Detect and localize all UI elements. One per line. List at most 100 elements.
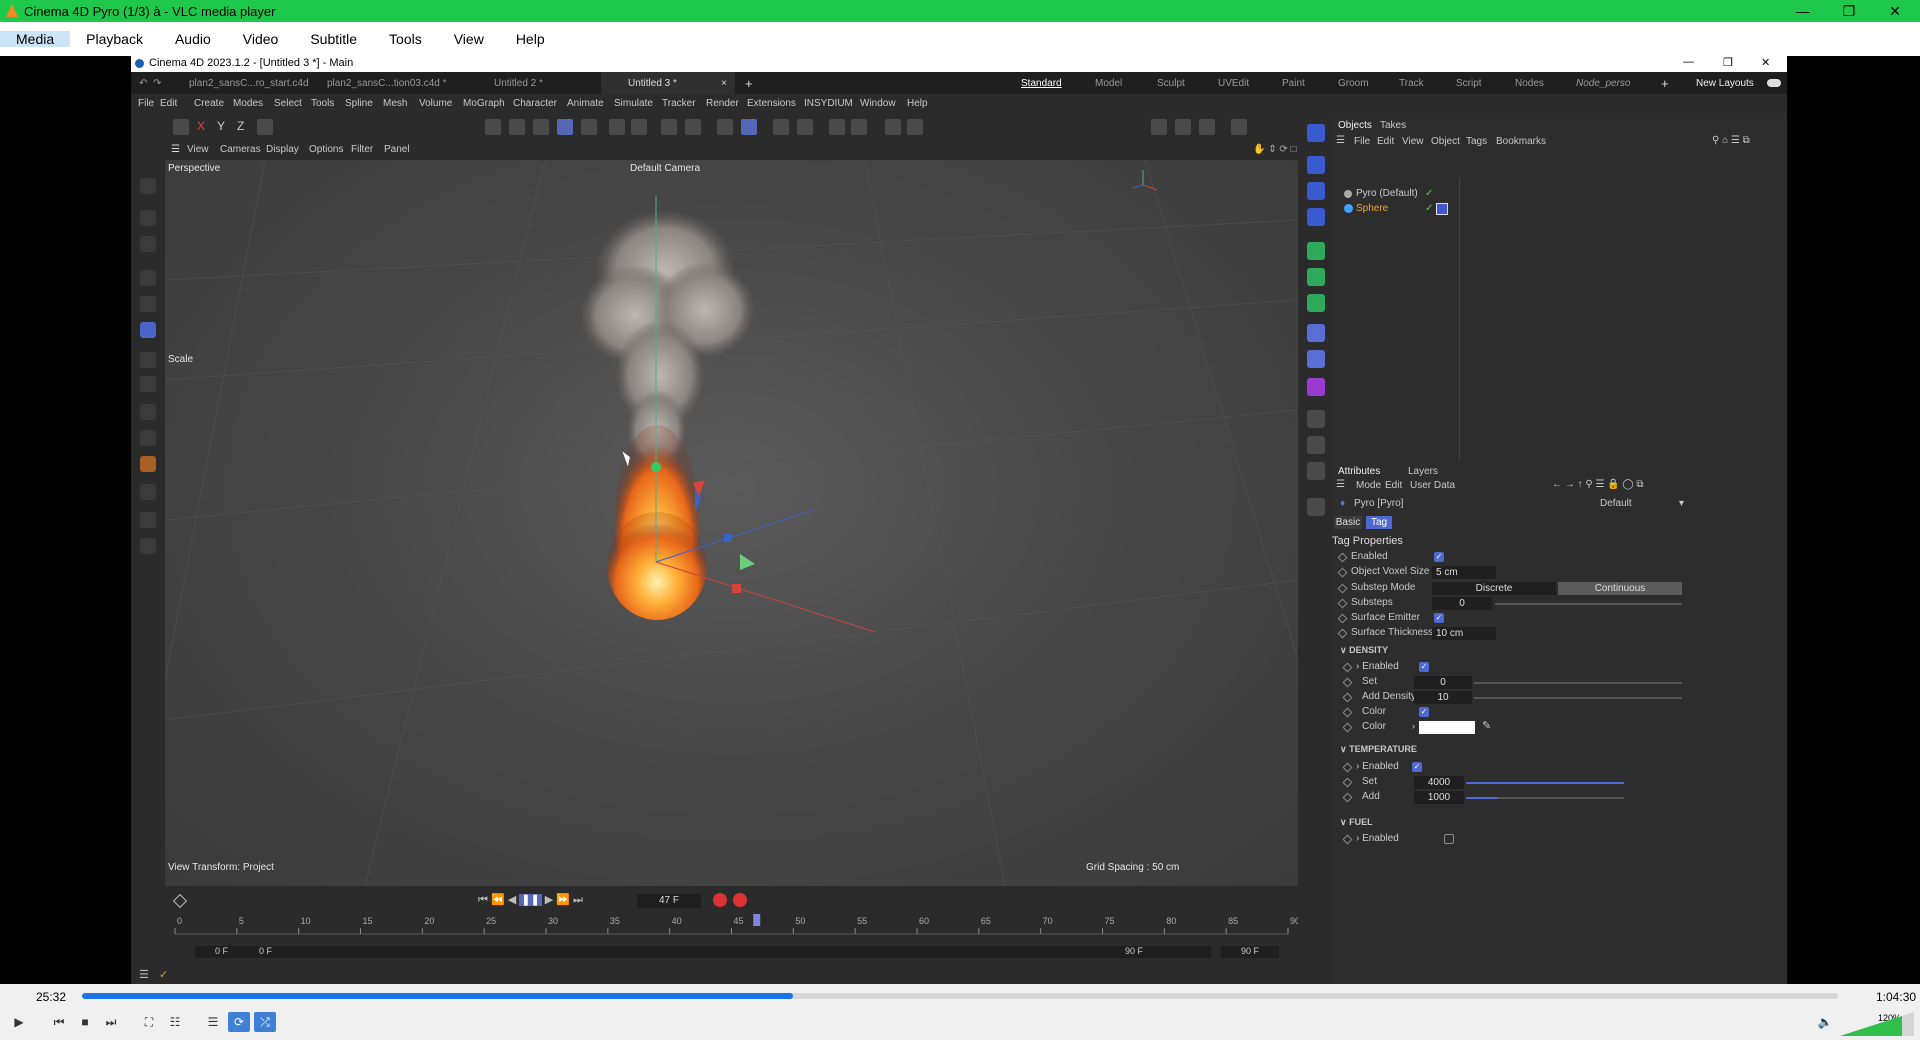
chevron-down-icon[interactable]: ▾ <box>1679 498 1684 509</box>
attr-menu-edit[interactable]: Edit <box>1385 480 1402 491</box>
c4d-close-icon[interactable]: ✕ <box>1761 56 1770 69</box>
environment-icon[interactable] <box>1307 410 1325 428</box>
status-menu-icon[interactable]: ☰ <box>139 968 149 981</box>
search-icon[interactable] <box>140 178 156 194</box>
symmetry-icon[interactable] <box>829 119 845 135</box>
coord-system-icon[interactable] <box>257 119 273 135</box>
redo-icon[interactable]: ↷ <box>153 72 161 94</box>
doc-tab-2[interactable]: plan2_sansC...tion03.c4d * <box>327 72 447 94</box>
next-icon[interactable]: ⏭ <box>100 1012 122 1032</box>
c4d-menu-edit[interactable]: Edit <box>160 98 177 109</box>
snap-tool-icon[interactable] <box>140 376 156 392</box>
object-name-sphere[interactable]: Sphere <box>1356 203 1388 214</box>
pyro-visible-check[interactable]: ✓ <box>1425 188 1433 199</box>
menu-subtitle[interactable]: Subtitle <box>294 31 373 47</box>
c4d-menu-select[interactable]: Select <box>274 98 302 109</box>
arrow-tool-icon[interactable] <box>140 352 156 368</box>
timeline-ruler[interactable]: 0 5 10 15 20 25 30 35 40 45 50 55 60 65 70 75 80 85 90 <box>165 906 1298 946</box>
density-color-swatch[interactable] <box>1419 721 1475 734</box>
eyedropper-icon[interactable]: ✎ <box>1482 719 1491 732</box>
c4d-menu-modes[interactable]: Modes <box>233 98 263 109</box>
volume-icon[interactable] <box>1307 350 1325 368</box>
preview-range[interactable]: 0 F <box>251 946 1211 958</box>
c4d-restore-icon[interactable]: ❐ <box>1723 56 1733 69</box>
loop-icon[interactable]: ⟳ <box>228 1012 250 1032</box>
spline-icon[interactable] <box>1307 182 1325 200</box>
density-section-toggle[interactable]: ∨ DENSITY <box>1340 645 1388 656</box>
obj-menu-edit[interactable]: Edit <box>1377 136 1394 147</box>
c4d-menu-render[interactable]: Render <box>706 98 739 109</box>
object-row-sphere[interactable]: Sphere ✓ <box>1332 201 1787 216</box>
minimize-icon[interactable]: — <box>1780 0 1826 22</box>
spline-pen-icon[interactable] <box>140 404 156 420</box>
c4d-menu-character[interactable]: Character <box>513 98 557 109</box>
density-color-checkbox[interactable]: ✓ <box>1419 707 1429 717</box>
smooth-icon[interactable] <box>140 538 156 554</box>
cube-icon[interactable] <box>1307 156 1325 174</box>
text-icon[interactable] <box>1307 208 1325 226</box>
c4d-menu-create[interactable]: Create <box>194 98 224 109</box>
material-icon[interactable] <box>1307 498 1325 516</box>
c4d-menu-help[interactable]: Help <box>907 98 928 109</box>
viewport-3d[interactable]: Perspective Default Camera Scale View Tr… <box>165 160 1298 886</box>
object-row-pyro[interactable]: Pyro (Default) ✓ <box>1332 186 1787 201</box>
temperature-set-field[interactable]: 4000 <box>1414 776 1464 789</box>
project-icon[interactable] <box>173 119 189 135</box>
doc-tab-4[interactable]: Untitled 3 * <box>601 72 735 94</box>
vp-menu-cameras[interactable]: Cameras <box>220 144 261 155</box>
temperature-set-slider[interactable] <box>1466 782 1624 784</box>
attr-nav-icons[interactable]: ← → ↑ ⚲ ☰ 🔒 ◯ ⧉ <box>1552 479 1644 490</box>
voxel-size-field[interactable]: 5 cm <box>1432 566 1496 579</box>
play-icon[interactable]: ▶ <box>8 1012 30 1032</box>
layout-model[interactable]: Model <box>1095 72 1122 94</box>
paint-brush-icon[interactable] <box>140 484 156 500</box>
end-frame-field[interactable]: 90 F <box>1221 946 1279 958</box>
layout-groom[interactable]: Groom <box>1338 72 1369 94</box>
fuel-enabled-checkbox[interactable] <box>1444 834 1454 844</box>
camera-icon[interactable] <box>1307 436 1325 454</box>
settings-gear-icon[interactable] <box>851 119 867 135</box>
layout-toggle[interactable] <box>1767 79 1781 87</box>
magnet-icon[interactable] <box>661 119 677 135</box>
tab-layers[interactable]: Layers <box>1408 466 1438 477</box>
prop-enabled-checkbox[interactable]: ✓ <box>1434 552 1444 562</box>
add-tab-icon[interactable]: + <box>745 72 753 94</box>
workplane-icon[interactable] <box>631 119 647 135</box>
obj-menu-object[interactable]: Object <box>1431 136 1460 147</box>
texture-mode-icon[interactable] <box>581 119 597 135</box>
temperature-enabled-checkbox[interactable]: ✓ <box>1412 762 1422 772</box>
doc-tab-3[interactable]: Untitled 2 * <box>494 72 543 94</box>
menu-playback[interactable]: Playback <box>70 31 159 47</box>
obj-menu-tags[interactable]: Tags <box>1466 136 1487 147</box>
c4d-menu-window[interactable]: Window <box>860 98 896 109</box>
c4d-menu-insydium[interactable]: INSYDIUM <box>804 98 853 109</box>
scale-icon[interactable] <box>140 322 156 338</box>
select-live-icon[interactable] <box>140 210 156 226</box>
fuel-section-toggle[interactable]: ∨ FUEL <box>1340 817 1373 828</box>
menu-media[interactable]: Media <box>0 31 71 47</box>
x-axis-icon[interactable]: X <box>197 119 213 135</box>
layout-sculpt[interactable]: Sculpt <box>1157 72 1185 94</box>
temperature-add-field[interactable]: 1000 <box>1414 791 1464 804</box>
temperature-add-slider[interactable] <box>1466 797 1624 799</box>
density-enabled-checkbox[interactable]: ✓ <box>1419 662 1429 672</box>
vp-menu-display[interactable]: Display <box>266 144 299 155</box>
object-name-pyro[interactable]: Pyro (Default) <box>1356 188 1418 199</box>
add-density-field[interactable]: 10 <box>1414 691 1472 704</box>
menu-help[interactable]: Help <box>500 31 561 47</box>
doc-tab-1[interactable]: plan2_sansC...ro_start.c4d <box>189 72 309 94</box>
close-icon[interactable]: ✕ <box>1872 0 1918 22</box>
render-settings-icon[interactable] <box>797 119 813 135</box>
edges-mode-icon[interactable] <box>509 119 525 135</box>
seek-bar[interactable] <box>82 993 1838 999</box>
previous-icon[interactable]: ⏮ <box>48 1012 70 1032</box>
subtab-tag[interactable]: Tag <box>1366 516 1392 529</box>
start-frame-field[interactable]: 0 F <box>195 946 251 958</box>
spline-sketch-icon[interactable] <box>140 430 156 446</box>
mograph-icon[interactable] <box>1307 268 1325 286</box>
playlist-icon[interactable]: ☰ <box>202 1012 224 1032</box>
menu-view[interactable]: View <box>438 31 500 47</box>
substep-discrete-button[interactable]: Discrete <box>1432 582 1556 595</box>
c4d-menu-mograph[interactable]: MoGraph <box>463 98 505 109</box>
layout-standard[interactable]: Standard <box>1021 72 1062 94</box>
